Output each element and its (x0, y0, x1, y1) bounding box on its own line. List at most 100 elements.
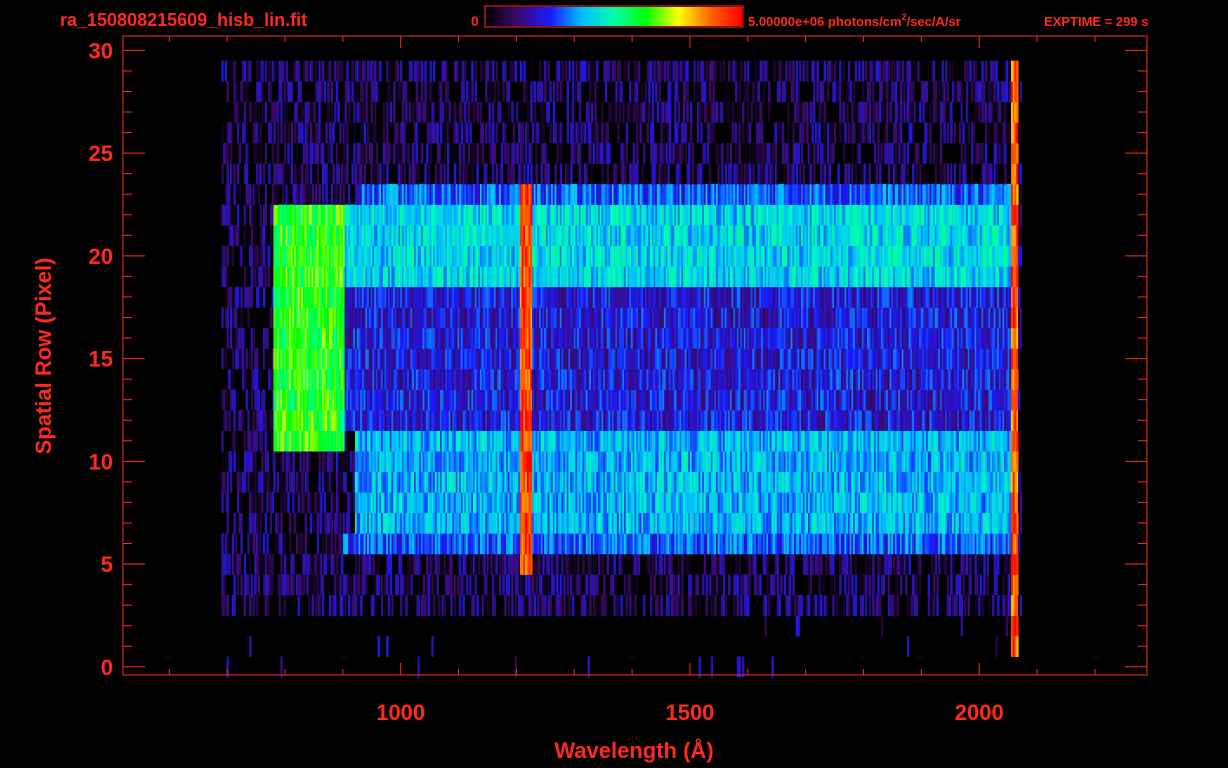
heat-cell (329, 594, 332, 616)
heat-cell (269, 430, 273, 452)
heat-cell (266, 533, 269, 555)
heat-cell (834, 574, 837, 596)
heat-cell (335, 553, 339, 575)
heat-cell (243, 594, 247, 616)
heat-cell (967, 594, 970, 616)
heat-cell (542, 553, 545, 575)
heat-cell (292, 553, 295, 575)
heat-cell (580, 574, 583, 596)
heat-cell (986, 574, 989, 596)
heat-cell (882, 574, 885, 596)
heat-cell (381, 574, 384, 596)
heat-cell (705, 574, 708, 596)
heat-cell (1018, 533, 1021, 555)
heat-cell (965, 553, 969, 575)
heat-cell (1019, 430, 1022, 452)
heat-cell (624, 574, 627, 596)
heat-cell (629, 574, 632, 596)
heat-cell (868, 553, 871, 575)
heat-cell (589, 594, 592, 616)
heat-cell (309, 512, 313, 534)
heat-cell (483, 553, 486, 575)
heat-cell (268, 471, 271, 493)
heat-cell (283, 492, 287, 514)
heat-cell (309, 553, 313, 575)
heat-cell (938, 553, 941, 575)
heat-cell (1019, 492, 1022, 514)
heat-cell (257, 389, 261, 411)
heat-cell (655, 553, 658, 575)
heat-cell (946, 574, 950, 596)
heat-cell (304, 533, 307, 555)
heat-cell (237, 348, 240, 370)
heat-cell (344, 471, 347, 493)
heat-cell (316, 574, 320, 596)
heat-cell (716, 574, 719, 596)
heat-cell (238, 553, 241, 575)
heat-cell (476, 594, 479, 616)
heat-cell (764, 615, 767, 637)
heat-cell (247, 471, 250, 493)
heat-cell (417, 574, 420, 596)
heat-cell (584, 594, 587, 616)
heat-cell (521, 574, 524, 596)
heat-cell (436, 574, 439, 596)
heat-cell (483, 594, 486, 616)
heat-cell (499, 574, 502, 596)
heat-cell (516, 553, 519, 575)
heat-cell (233, 409, 236, 431)
heat-cell (377, 636, 380, 657)
heat-cell (544, 594, 547, 616)
heat-cell (280, 656, 283, 678)
heat-cell (1019, 512, 1022, 534)
heat-cell (868, 574, 871, 596)
heat-cell (547, 553, 550, 575)
heat-cell (598, 553, 601, 575)
heat-cell (257, 553, 261, 575)
heat-cell (959, 574, 962, 596)
heat-cell (261, 471, 264, 493)
heat-cell (322, 574, 325, 596)
heat-cell (292, 574, 295, 596)
heat-cell (931, 553, 934, 575)
heat-cell (495, 553, 498, 575)
heat-cell (433, 594, 436, 616)
heat-cell (839, 574, 842, 596)
heat-cell (601, 553, 604, 575)
heat-cell (233, 594, 236, 616)
heat-cell (535, 574, 538, 596)
heat-cell (504, 594, 507, 616)
heat-cell (948, 594, 951, 616)
heat-cell (537, 594, 540, 616)
heat-cell (915, 594, 918, 616)
heat-cell (934, 553, 937, 575)
heat-cell (620, 553, 623, 575)
heat-cell (237, 389, 240, 411)
heat-cell (332, 451, 335, 472)
heat-cell (832, 594, 835, 616)
heat-cell (273, 471, 276, 493)
heat-cell (315, 553, 318, 575)
heat-cell (936, 594, 939, 616)
heat-cell (231, 533, 235, 555)
heat-cell (308, 451, 311, 472)
heat-cell (981, 594, 984, 616)
heat-cell (837, 594, 840, 616)
heat-cell (854, 553, 858, 575)
heat-cell (556, 574, 559, 596)
heat-cell (617, 594, 620, 616)
heat-cell (702, 574, 705, 596)
heat-cell (349, 492, 353, 514)
heat-cell (908, 553, 911, 575)
heat-cell (231, 553, 235, 575)
heat-cell (728, 574, 731, 596)
heat-cell (801, 594, 804, 616)
heat-cell (224, 389, 228, 411)
heat-cell (879, 594, 882, 616)
heat-cell (440, 553, 443, 575)
heat-cell (927, 574, 930, 596)
heat-cell (271, 553, 274, 575)
heat-cell (348, 594, 351, 616)
heat-cell (257, 574, 261, 596)
heat-cell (289, 451, 292, 472)
